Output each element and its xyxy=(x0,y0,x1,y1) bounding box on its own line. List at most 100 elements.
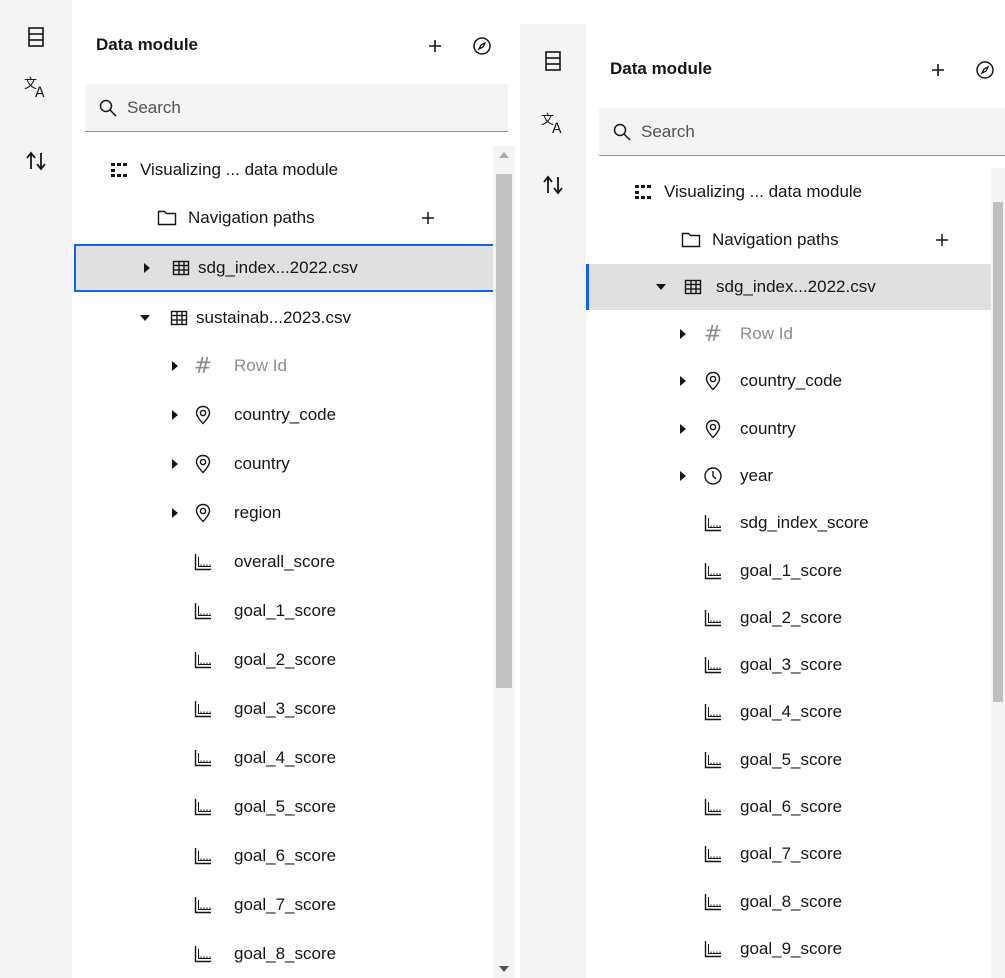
field-label: goal_2_score xyxy=(740,607,843,627)
field-item[interactable]: goal_9_score xyxy=(586,925,991,973)
table-icon xyxy=(170,257,192,279)
vertical-scrollbar[interactable] xyxy=(991,168,1005,978)
measure-icon xyxy=(702,701,724,723)
vertical-scrollbar[interactable] xyxy=(493,146,515,978)
field-item[interactable]: overall_score xyxy=(72,538,493,586)
field-item[interactable]: country xyxy=(586,405,991,453)
field-label: Row Id xyxy=(234,356,287,375)
add-button[interactable] xyxy=(924,56,952,84)
tree-root-item[interactable]: Visualizing ... data module xyxy=(586,168,991,216)
field-item[interactable]: country_code xyxy=(586,357,991,405)
chevron-right-icon[interactable] xyxy=(676,422,690,436)
field-label: goal_4_score xyxy=(234,748,337,767)
field-item[interactable]: country_code xyxy=(72,391,493,439)
language-icon[interactable]: 文A xyxy=(538,108,568,138)
field-label: goal_7_score xyxy=(234,895,337,914)
field-item[interactable]: goal_5_score xyxy=(586,736,991,784)
search-input[interactable] xyxy=(127,97,427,118)
table-label: sustainab...2023.csv xyxy=(196,308,351,327)
field-label: goal_4_score xyxy=(740,702,843,722)
field-label: goal_3_score xyxy=(740,655,843,675)
field-label: year xyxy=(740,465,774,485)
panel-content: Data module Visualizing ... data module xyxy=(72,0,515,978)
table-label: sdg_index...2022.csv xyxy=(198,258,358,277)
field-item[interactable]: goal_3_score xyxy=(72,685,493,733)
data-sources-icon[interactable] xyxy=(21,22,51,52)
field-item[interactable]: goal_8_score xyxy=(72,930,493,978)
field-item[interactable]: # Row Id xyxy=(586,310,991,358)
chevron-right-icon[interactable] xyxy=(168,506,182,520)
tree-root-item[interactable]: Visualizing ... data module xyxy=(72,146,493,194)
field-item[interactable]: goal_2_score xyxy=(586,594,991,642)
field-item[interactable]: goal_1_score xyxy=(72,587,493,635)
panel-content: Data module Visualizing ... data module xyxy=(586,24,1005,978)
chevron-right-icon[interactable] xyxy=(676,374,690,388)
scroll-down-icon[interactable] xyxy=(498,964,510,974)
measure-icon xyxy=(192,551,214,573)
tree-root-label: Visualizing ... data module xyxy=(664,182,863,201)
field-item[interactable]: goal_2_score xyxy=(72,636,493,684)
field-item[interactable]: goal_5_score xyxy=(72,783,493,831)
field-item[interactable]: goal_6_score xyxy=(72,832,493,880)
clock-icon xyxy=(702,465,724,487)
measure-icon xyxy=(702,654,724,676)
field-item[interactable]: goal_4_score xyxy=(72,734,493,782)
field-item[interactable]: goal_8_score xyxy=(586,878,991,926)
navigation-paths-item[interactable]: Navigation paths xyxy=(586,216,991,264)
panel-header: Data module xyxy=(586,24,1005,90)
scrollbar-thumb[interactable] xyxy=(496,174,512,688)
sort-icon[interactable] xyxy=(21,146,51,176)
scroll-up-icon[interactable] xyxy=(498,150,510,160)
add-navigation-path-button[interactable] xyxy=(418,208,438,228)
location-icon xyxy=(192,453,214,475)
add-button[interactable] xyxy=(421,32,449,60)
panel-title: Data module xyxy=(610,59,713,78)
explore-icon[interactable] xyxy=(971,56,999,84)
chevron-right-icon[interactable] xyxy=(168,359,182,373)
chevron-right-icon[interactable] xyxy=(168,408,182,422)
hash-icon: # xyxy=(703,321,723,347)
field-label: overall_score xyxy=(234,552,336,571)
field-item[interactable]: # Row Id xyxy=(72,342,493,390)
field-item[interactable]: goal_1_score xyxy=(586,547,991,595)
chevron-right-icon[interactable] xyxy=(140,261,154,275)
data-sources-icon[interactable] xyxy=(538,46,568,76)
search-field[interactable] xyxy=(599,108,1005,156)
table-item-sustainab[interactable]: sustainab...2023.csv xyxy=(72,294,493,342)
language-icon[interactable]: 文A xyxy=(21,72,51,102)
field-label: goal_6_score xyxy=(740,797,843,816)
field-item[interactable]: goal_3_score xyxy=(586,641,991,689)
sort-icon[interactable] xyxy=(538,170,568,200)
search-icon xyxy=(99,98,119,118)
table-item-sdg-index[interactable]: sdg_index...2022.csv xyxy=(586,264,991,310)
chevron-right-icon[interactable] xyxy=(676,469,690,483)
search-input[interactable] xyxy=(641,121,941,142)
search-field[interactable] xyxy=(85,84,508,132)
side-rail: 文A xyxy=(520,24,586,978)
data-module-panel-right: 文A Data module Vis xyxy=(520,24,1005,978)
field-item[interactable]: country xyxy=(72,440,493,488)
field-item[interactable]: goal_4_score xyxy=(586,688,991,736)
chevron-right-icon[interactable] xyxy=(676,327,690,341)
table-item-sdg-index[interactable]: sdg_index...2022.csv xyxy=(74,244,493,292)
field-label: goal_1_score xyxy=(234,601,337,620)
navigation-paths-item[interactable]: Navigation paths xyxy=(72,194,493,242)
svg-text:A: A xyxy=(552,121,562,135)
field-item[interactable]: sdg_index_score xyxy=(586,499,991,547)
field-item[interactable]: region xyxy=(72,489,493,537)
add-navigation-path-button[interactable] xyxy=(932,230,952,250)
data-module-icon xyxy=(108,159,130,181)
field-item[interactable]: goal_7_score xyxy=(586,830,991,878)
field-item[interactable]: goal_7_score xyxy=(72,881,493,929)
field-item[interactable]: goal_6_score xyxy=(586,783,991,831)
field-item[interactable]: year xyxy=(586,452,991,500)
explore-icon[interactable] xyxy=(468,32,496,60)
chevron-down-icon[interactable] xyxy=(138,311,152,325)
measure-icon xyxy=(192,649,214,671)
measure-icon xyxy=(192,600,214,622)
side-rail: 文A xyxy=(0,0,72,978)
chevron-right-icon[interactable] xyxy=(168,457,182,471)
data-module-icon xyxy=(632,181,654,203)
scrollbar-thumb[interactable] xyxy=(993,202,1003,702)
chevron-down-icon[interactable] xyxy=(654,280,668,294)
